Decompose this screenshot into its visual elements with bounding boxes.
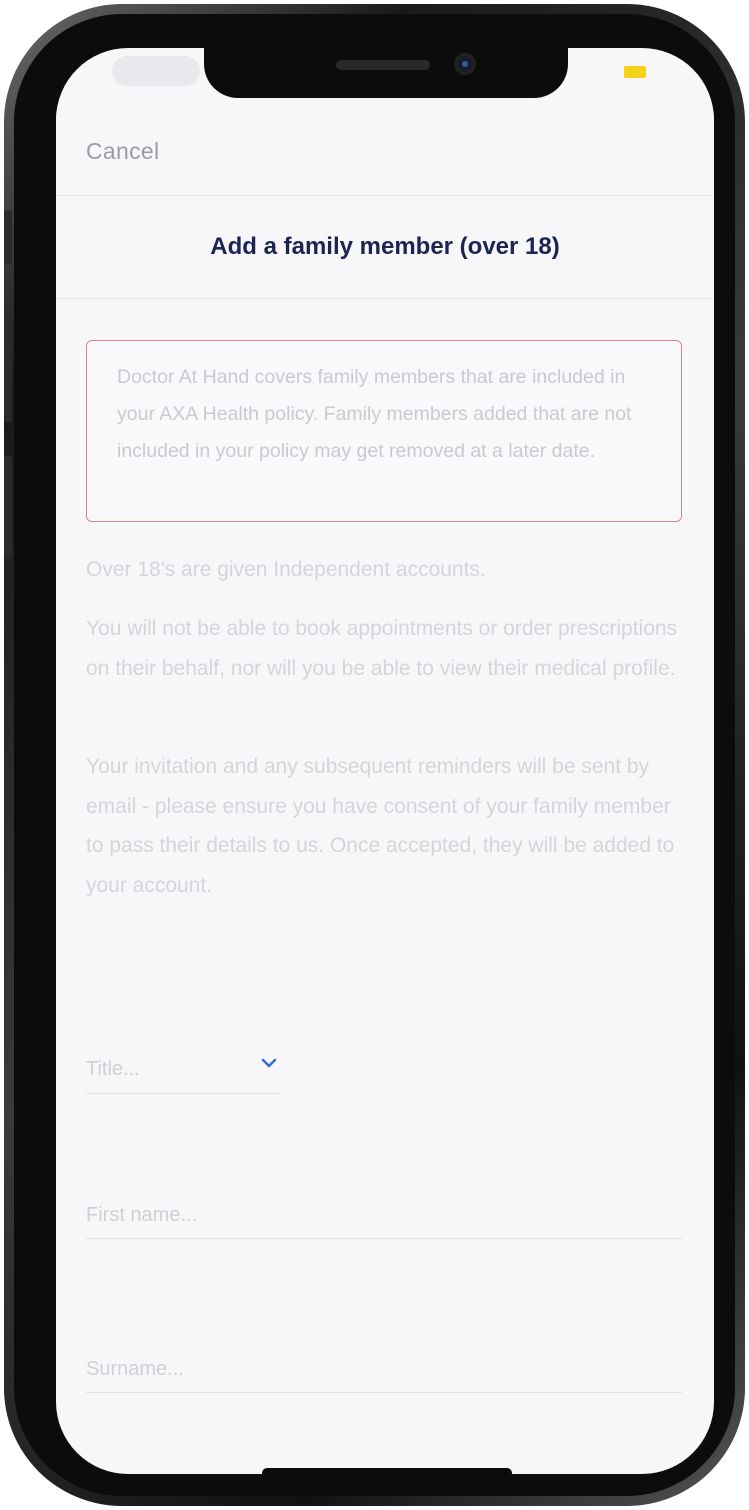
info-invitation-email: Your invitation and any subsequent remin… <box>86 755 675 897</box>
title-select-input[interactable] <box>86 1038 280 1093</box>
mute-switch <box>4 210 12 264</box>
policy-notice: Doctor At Hand covers family members tha… <box>86 340 682 522</box>
home-indicator[interactable] <box>262 1468 512 1474</box>
page-title: Add a family member (over 18) <box>210 233 560 260</box>
chevron-down-icon[interactable] <box>258 1052 280 1074</box>
info-booking-restrictions: You will not be able to book appointment… <box>86 617 678 680</box>
surname-field[interactable] <box>86 1338 682 1393</box>
policy-notice-text: Doctor At Hand covers family members tha… <box>117 366 632 462</box>
title-bar: Add a family member (over 18) <box>56 197 714 299</box>
nav-header: Cancel <box>56 108 714 196</box>
first-name-input[interactable] <box>86 1184 682 1238</box>
info-independent-accounts: Over 18's are given Independent accounts… <box>86 558 486 581</box>
cancel-button[interactable]: Cancel <box>86 138 159 165</box>
front-camera-icon <box>454 53 476 75</box>
app-screen: Cancel Add a family member (over 18) Doc… <box>56 48 714 1474</box>
phone-notch <box>204 48 568 98</box>
status-time-pill <box>112 56 200 86</box>
speaker-grille <box>336 60 430 70</box>
first-name-field[interactable] <box>86 1184 682 1239</box>
surname-input[interactable] <box>86 1338 682 1392</box>
volume-down-button <box>4 455 12 559</box>
title-select[interactable] <box>86 1038 280 1094</box>
volume-up-button <box>4 318 12 422</box>
battery-icon <box>624 66 646 78</box>
